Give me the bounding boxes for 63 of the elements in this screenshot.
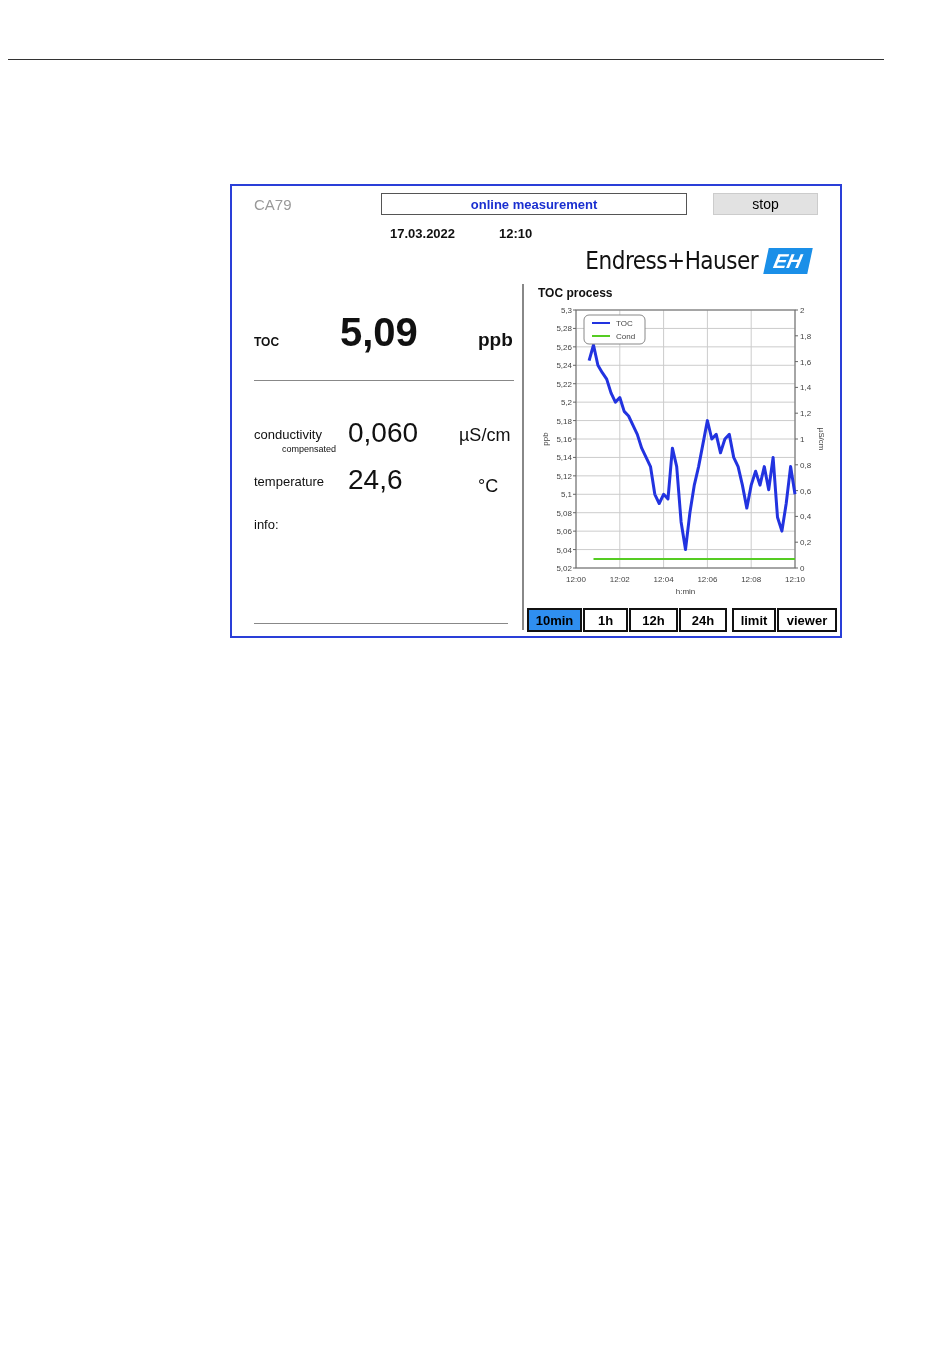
axis-label: 5,18	[556, 416, 572, 426]
logo-mark: EH	[763, 248, 813, 274]
reading-unit: µS/cm	[459, 425, 511, 446]
axis-label: 0,8	[800, 460, 812, 470]
axis-label: 5,22	[556, 379, 572, 389]
axis-label: 5,02	[556, 564, 572, 573]
axis-label: 5,16	[556, 435, 572, 444]
reading-value: 0,060	[348, 417, 420, 449]
axis-label: 1,8	[800, 331, 812, 341]
axis-label: 12:06	[697, 575, 718, 584]
info-label: info:	[254, 517, 280, 532]
date-text: 17.03.2022	[390, 225, 456, 241]
reading-label: temperature	[254, 474, 325, 489]
axis-label: 5,06	[556, 527, 572, 537]
axis-label: 5,24	[556, 361, 572, 371]
axis-label: 5,04	[556, 545, 572, 555]
reading-label: conductivity	[254, 427, 322, 442]
axis-label: 12:10	[785, 575, 805, 584]
reading-sublabel: compensated	[281, 444, 336, 454]
axis-label: 12:04	[653, 575, 674, 584]
axis-title: h:min	[675, 587, 696, 596]
legend-label: TOC	[616, 319, 633, 328]
stop-button[interactable]: stop	[713, 193, 818, 215]
axis-label: 5,12	[556, 471, 572, 481]
toolbar-button[interactable]: viewer	[777, 608, 837, 632]
axis-label: 5,14	[556, 453, 572, 463]
logo-text: Endress+Hauser	[585, 247, 759, 275]
chart-title: TOC process	[538, 286, 614, 300]
range-tab[interactable]: 1h	[583, 608, 628, 632]
device-name: CA79	[254, 195, 293, 213]
axis-label: 12:08	[741, 575, 762, 584]
axis-label: 0,4	[800, 512, 812, 522]
axis-label: 1	[800, 435, 805, 444]
axis-label: 1,6	[800, 357, 812, 367]
measurement-unit: ppb	[478, 329, 513, 351]
chart-legend	[583, 314, 646, 345]
range-tab[interactable]: 24h	[679, 608, 727, 632]
status-field[interactable]: online measurement	[381, 193, 687, 215]
axis-label: 1,2	[800, 409, 812, 419]
axis-title: µS/cm	[817, 427, 826, 451]
axis-label: 5,2	[560, 398, 572, 408]
range-tab[interactable]: 12h	[629, 608, 678, 632]
toolbar-button[interactable]: limit	[732, 608, 776, 632]
measurement-value: 5,09	[340, 310, 419, 355]
axis-label: 0	[800, 564, 805, 573]
axis-label: 1,4	[800, 383, 812, 393]
measurement-label: TOC	[254, 335, 281, 349]
axis-label: 0,2	[800, 538, 812, 548]
axis-label: 5,08	[556, 508, 572, 518]
axis-label: 5,26	[556, 342, 572, 352]
reading-value: 24,6	[348, 464, 404, 496]
axis-label: 12:02	[609, 575, 630, 584]
reading-unit: °C	[478, 476, 499, 497]
range-tab[interactable]: 10min	[527, 608, 582, 632]
time-text: 12:10	[499, 225, 533, 241]
axis-label: 5,3	[560, 306, 572, 315]
axis-label: 0,6	[800, 486, 812, 496]
axis-label: 5,28	[556, 324, 572, 334]
axis-label: 5,1	[560, 490, 572, 500]
axis-title: ppb	[541, 432, 550, 446]
axis-label: 12:00	[566, 575, 586, 584]
axis-label: 2	[800, 306, 805, 315]
legend-label: Cond	[616, 332, 636, 341]
